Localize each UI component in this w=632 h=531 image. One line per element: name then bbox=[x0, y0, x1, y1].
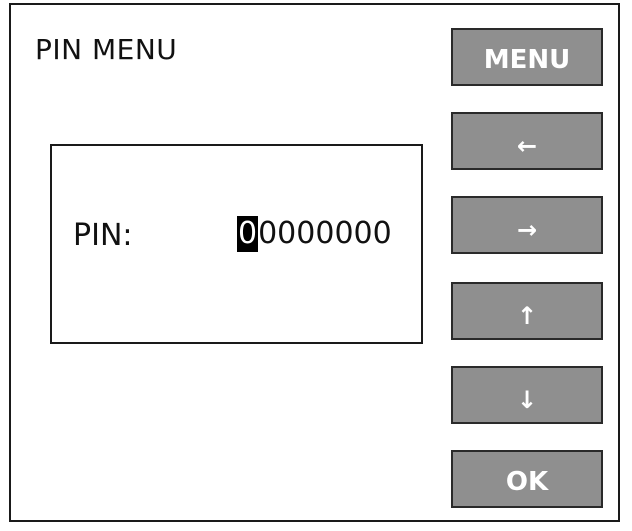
pin-selected-digit[interactable]: 0 bbox=[237, 216, 259, 252]
page-title: PIN MENU bbox=[35, 33, 178, 66]
ok-button-label: OK bbox=[505, 467, 549, 497]
left-arrow-icon: ← bbox=[516, 132, 538, 160]
pin-label: PIN: bbox=[73, 218, 133, 253]
up-arrow-button[interactable]: ↑ bbox=[451, 282, 603, 340]
ok-button[interactable]: OK bbox=[451, 450, 603, 508]
pin-remaining-digits: 0000000 bbox=[258, 216, 392, 251]
right-arrow-button[interactable]: → bbox=[451, 196, 603, 254]
down-arrow-icon: ↓ bbox=[516, 386, 538, 414]
pin-value-field[interactable]: 00000000 bbox=[237, 216, 392, 252]
menu-button[interactable]: MENU bbox=[451, 28, 603, 86]
right-arrow-icon: → bbox=[516, 216, 538, 244]
down-arrow-button[interactable]: ↓ bbox=[451, 366, 603, 424]
menu-button-label: MENU bbox=[483, 45, 571, 75]
left-arrow-button[interactable]: ← bbox=[451, 112, 603, 170]
up-arrow-icon: ↑ bbox=[516, 302, 538, 330]
